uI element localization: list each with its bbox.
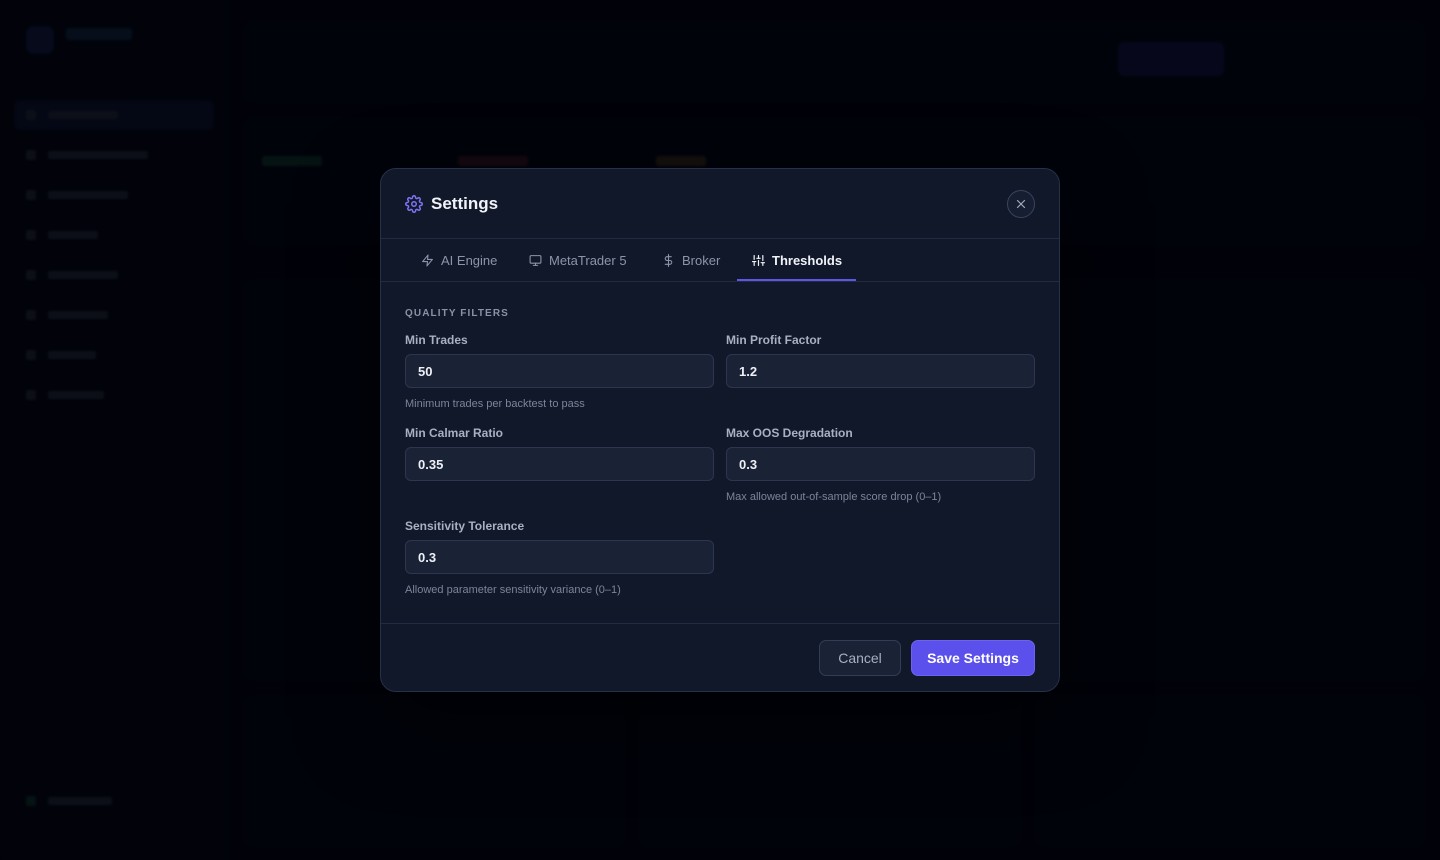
dollar-icon (664, 253, 673, 267)
tab-label: MetaTrader 5 (549, 252, 627, 268)
tab-label: Broker (682, 252, 721, 268)
active-tab-indicator (737, 279, 856, 281)
max-oos-degradation-hint: Max allowed out-of-sample score drop (0–… (726, 491, 942, 503)
sensitivity-tolerance-input[interactable] (405, 540, 714, 574)
min-calmar-ratio-input[interactable] (405, 447, 714, 481)
modal-header: Settings (381, 169, 1059, 239)
tab-label: Thresholds (772, 252, 843, 268)
close-icon (1016, 199, 1026, 209)
modal-title: Settings (431, 194, 499, 213)
tab-thresholds[interactable]: Thresholds (752, 239, 842, 281)
min-profit-factor-label: Min Profit Factor (726, 333, 822, 347)
settings-modal: Settings AI Engine MetaTrader 5 Broker T… (380, 168, 1060, 692)
monitor-icon (529, 254, 542, 266)
sliders-icon (752, 254, 765, 266)
save-settings-button[interactable]: Save Settings (911, 640, 1035, 676)
tab-metatrader-5[interactable]: MetaTrader 5 (529, 239, 627, 281)
tab-ai-engine[interactable]: AI Engine (421, 239, 497, 281)
sensitivity-tolerance-hint: Allowed parameter sensitivity variance (… (405, 584, 621, 596)
cancel-button[interactable]: Cancel (819, 640, 901, 676)
tab-broker[interactable]: Broker (662, 239, 720, 281)
min-trades-label: Min Trades (405, 333, 468, 347)
min-trades-input[interactable] (405, 354, 714, 388)
max-oos-degradation-label: Max OOS Degradation (726, 426, 853, 440)
settings-tabs: AI Engine MetaTrader 5 Broker Thresholds (381, 239, 1059, 282)
min-trades-hint: Minimum trades per backtest to pass (405, 398, 585, 410)
section-label: QUALITY FILTERS (405, 308, 509, 319)
min-calmar-ratio-label: Min Calmar Ratio (405, 426, 504, 440)
gear-icon (405, 195, 423, 213)
sensitivity-tolerance-label: Sensitivity Tolerance (405, 519, 525, 533)
min-profit-factor-input[interactable] (726, 354, 1035, 388)
tab-label: AI Engine (441, 252, 498, 268)
close-button[interactable] (1007, 190, 1035, 218)
max-oos-degradation-input[interactable] (726, 447, 1035, 481)
modal-footer: Cancel Save Settings (381, 623, 1059, 693)
bolt-icon (422, 254, 433, 266)
